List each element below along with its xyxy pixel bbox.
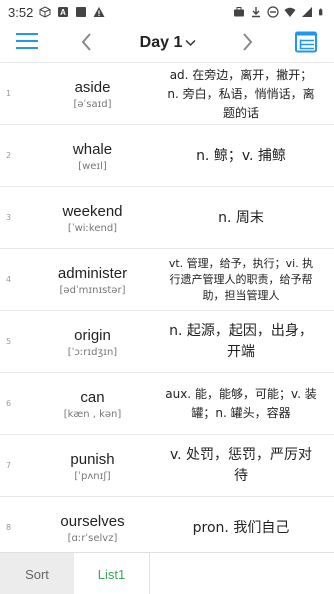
word-text: administer <box>57 264 128 282</box>
svg-text:A: A <box>60 8 66 17</box>
meaning-text: n. 周末 <box>218 209 264 226</box>
row-number: 8 <box>6 523 12 532</box>
word-column: administer [ədˈmɪnɪstər] <box>20 249 165 311</box>
phonetic-text: [ədˈmɪnɪstər] <box>59 284 126 296</box>
list-item[interactable]: 3 weekend [ˈwiːkend] n. 周末 <box>0 187 334 249</box>
word-column: aside [əˈsaɪd] <box>20 63 165 125</box>
word-column: can [kæn , kən] <box>20 373 165 435</box>
chevron-right-icon[interactable] <box>238 30 256 54</box>
menu-line-icon <box>16 33 38 35</box>
tab-bar-empty-space <box>150 553 334 594</box>
tab-list1[interactable]: List1 <box>74 553 150 594</box>
word-text: can <box>80 388 105 406</box>
battery-icon <box>319 8 323 16</box>
chevron-down-icon <box>185 39 196 47</box>
list-item[interactable]: 6 can [kæn , kən] aux. 能，能够，可能；v. 装罐；n. 罐头，… <box>0 373 334 435</box>
briefcase-icon <box>234 7 244 17</box>
chevron-left-icon[interactable] <box>78 30 96 54</box>
meaning-text: aux. 能，能够，可能；v. 装罐；n. 罐头，容器 <box>165 387 317 420</box>
square-icon <box>76 7 87 17</box>
list-item[interactable]: 1 aside [əˈsaɪd] ad. 在旁边，离开，撇开；n. 旁白，私语，悄悄话… <box>0 63 334 125</box>
phonetic-text: [ˈwiːkend] <box>67 222 118 234</box>
word-text: ourselves <box>60 512 125 530</box>
meaning-text: n. 起源，起因，出身，开端 <box>169 323 313 360</box>
word-column: whale [weɪl] <box>20 125 165 187</box>
phonetic-text: [ˈpʌnɪʃ] <box>74 470 111 482</box>
list-item[interactable]: 7 punish [ˈpʌnɪʃ] v. 处罚，惩罚，严厉对待 <box>0 435 334 497</box>
word-column: ourselves [ɑːrˈselvz] <box>20 497 165 552</box>
tab-sort[interactable]: Sort <box>0 553 74 594</box>
list-view-icon[interactable] <box>294 30 318 54</box>
row-number: 7 <box>6 461 12 470</box>
word-list[interactable]: 1 aside [əˈsaɪd] ad. 在旁边，离开，撇开；n. 旁白，私语，悄悄话… <box>0 62 334 552</box>
do-not-disturb-icon <box>267 6 279 18</box>
word-text: aside <box>74 78 111 96</box>
row-number: 1 <box>6 89 12 98</box>
list-item[interactable]: 8 ourselves [ɑːrˈselvz] pron. 我们自己 <box>0 497 334 552</box>
row-number: 6 <box>6 399 12 408</box>
row-number: 5 <box>6 337 12 346</box>
bottom-tab-bar: Sort List1 <box>0 552 334 594</box>
status-bar: 3:52 A <box>0 0 334 24</box>
day-selector[interactable]: Day 1 <box>128 30 208 56</box>
list-item[interactable]: 2 whale [weɪl] n. 鲸；v. 捕鲸 <box>0 125 334 187</box>
phonetic-text: [ɑːrˈselvz] <box>67 532 118 544</box>
word-text: weekend <box>62 202 123 220</box>
toolbar: Day 1 <box>0 24 334 62</box>
row-number: 3 <box>6 213 12 222</box>
phonetic-text: [weɪl] <box>78 160 107 172</box>
row-number: 4 <box>6 275 12 284</box>
font-icon: A <box>58 7 69 17</box>
status-time: 3:52 <box>8 4 34 20</box>
download-icon <box>252 7 260 18</box>
meaning-text: n. 鲸；v. 捕鲸 <box>196 147 286 164</box>
day-label: Day 1 <box>139 34 183 51</box>
wifi-icon <box>284 7 296 17</box>
status-right-icons <box>233 6 326 18</box>
status-left-icons: A <box>39 6 105 18</box>
phonetic-text: [əˈsaɪd] <box>73 98 112 110</box>
phonetic-text: [kæn , kən] <box>63 408 122 420</box>
menu-line-icon <box>16 47 38 49</box>
list-item[interactable]: 4 administer [ədˈmɪnɪstər] vt. 管理，给予，执行；vi.… <box>0 249 334 311</box>
phonetic-text: [ˈɔːrɪdʒɪn] <box>67 346 118 358</box>
word-text: punish <box>70 450 115 468</box>
word-column: origin [ˈɔːrɪdʒɪn] <box>20 311 165 373</box>
word-text: origin <box>74 326 111 344</box>
word-column: weekend [ˈwiːkend] <box>20 187 165 249</box>
meaning-text: v. 处罚，惩罚，严厉对待 <box>169 447 313 484</box>
meaning-text: pron. 我们自己 <box>192 519 290 536</box>
meaning-text: vt. 管理，给予，执行；vi. 执行遗产管理人的职责，给予帮助，担当管理人 <box>168 257 314 302</box>
signal-icon <box>302 7 312 17</box>
package-icon <box>39 6 51 18</box>
row-number: 2 <box>6 151 12 160</box>
word-column: punish [ˈpʌnɪʃ] <box>20 435 165 497</box>
menu-button[interactable] <box>16 33 38 51</box>
list-item[interactable]: 5 origin [ˈɔːrɪdʒɪn] n. 起源，起因，出身，开端 <box>0 311 334 373</box>
menu-line-icon <box>16 40 38 42</box>
warning-icon <box>93 7 105 17</box>
meaning-text: ad. 在旁边，离开，撇开；n. 旁白，私语，悄悄话，离题的话 <box>167 67 315 120</box>
word-text: whale <box>72 140 113 158</box>
